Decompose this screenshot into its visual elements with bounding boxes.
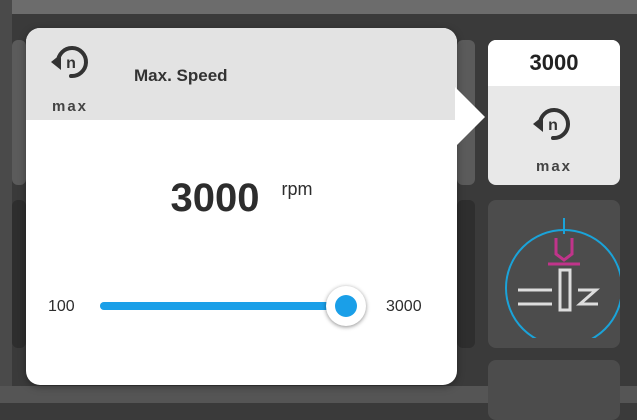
background-tile (12, 40, 26, 185)
svg-text:n: n (66, 55, 76, 72)
background-left-frame (0, 0, 12, 403)
max-icon-label: max (52, 98, 89, 115)
slider-max-label: 3000 (386, 298, 422, 315)
max-speed-popup: n max Max. Speed 3000 rpm 100 3000 (26, 28, 457, 385)
background-top-strip (0, 0, 637, 14)
popup-title: Max. Speed (134, 66, 228, 85)
speed-slider-track[interactable] (100, 302, 346, 310)
needle-position-tile[interactable] (488, 200, 620, 348)
speed-unit: rpm (281, 179, 313, 199)
slider-min-label: 100 (48, 298, 75, 315)
speed-slider-fill (100, 302, 346, 310)
speed-tile-label: max (535, 158, 573, 175)
popup-pointer (455, 87, 485, 147)
svg-text:n: n (548, 117, 558, 134)
speed-readout: 3000 rpm (26, 176, 457, 221)
needle-position-icon (505, 218, 620, 338)
max-speed-icon: n (51, 46, 88, 79)
background-tile (12, 200, 26, 348)
background-tile (457, 200, 475, 348)
max-speed-icon: n (533, 108, 570, 141)
speed-tile-value: 3000 (488, 40, 620, 86)
bottom-right-tile[interactable] (488, 360, 620, 420)
popup-header: n max Max. Speed (26, 28, 457, 120)
speed-value: 3000 (170, 176, 260, 220)
speed-slider-thumb[interactable] (326, 286, 366, 326)
max-speed-tile[interactable]: 3000 n max (488, 40, 620, 185)
